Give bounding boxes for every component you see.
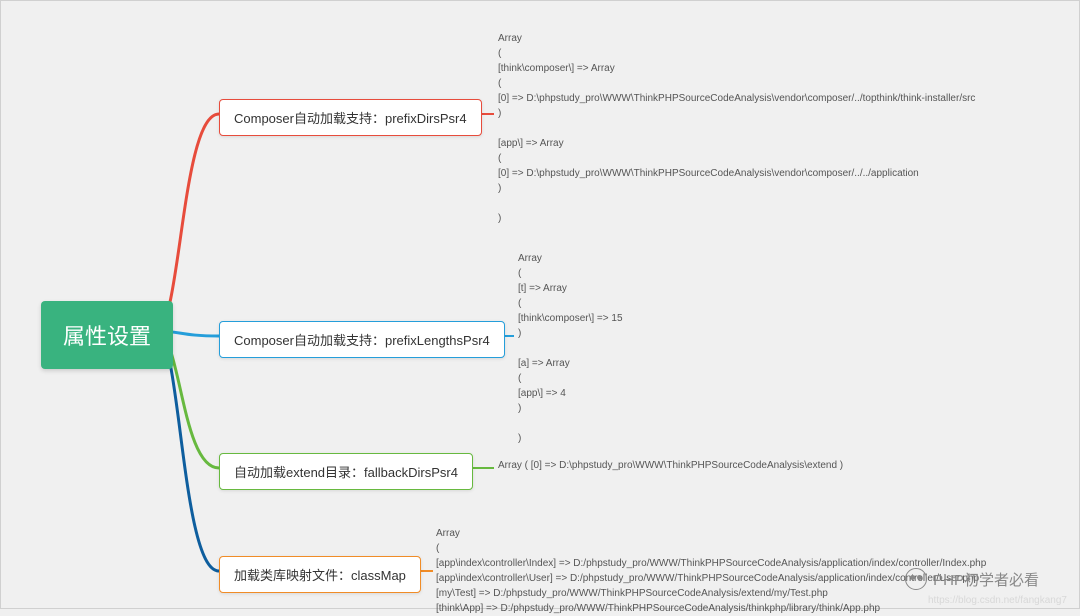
leaf-text-classMap: Array ( [app\index\controller\Index] => … [436, 526, 986, 616]
root-node[interactable]: 属性设置 [41, 301, 173, 369]
wechat-icon [905, 568, 927, 590]
watermark-text: PHP初学者必看 [933, 569, 1039, 590]
child-label: Composer自动加载支持：prefixDirsPsr4 [234, 111, 467, 126]
watermark: PHP初学者必看 [905, 568, 1039, 590]
child-label: Composer自动加载支持：prefixLengthsPsr4 [234, 333, 490, 348]
root-label: 属性设置 [63, 324, 151, 349]
child-node-prefixDirsPsr4[interactable]: Composer自动加载支持：prefixDirsPsr4 [219, 99, 482, 136]
footer-url: https://blog.csdn.net/fangkang7 [928, 595, 1067, 606]
leaf-text-prefixLengthsPsr4: Array ( [t] => Array ( [think\composer\]… [518, 251, 623, 446]
leaf-text-prefixDirsPsr4: Array ( [think\composer\] => Array ( [0]… [498, 31, 975, 226]
child-node-prefixLengthsPsr4[interactable]: Composer自动加载支持：prefixLengthsPsr4 [219, 321, 505, 358]
leaf-text-fallbackDirsPsr4: Array ( [0] => D:\phpstudy_pro\WWW\Think… [498, 458, 843, 473]
child-label: 自动加载extend目录：fallbackDirsPsr4 [234, 465, 458, 480]
child-label: 加载类库映射文件：classMap [234, 568, 406, 583]
child-node-fallbackDirsPsr4[interactable]: 自动加载extend目录：fallbackDirsPsr4 [219, 453, 473, 490]
child-node-classMap[interactable]: 加载类库映射文件：classMap [219, 556, 421, 593]
